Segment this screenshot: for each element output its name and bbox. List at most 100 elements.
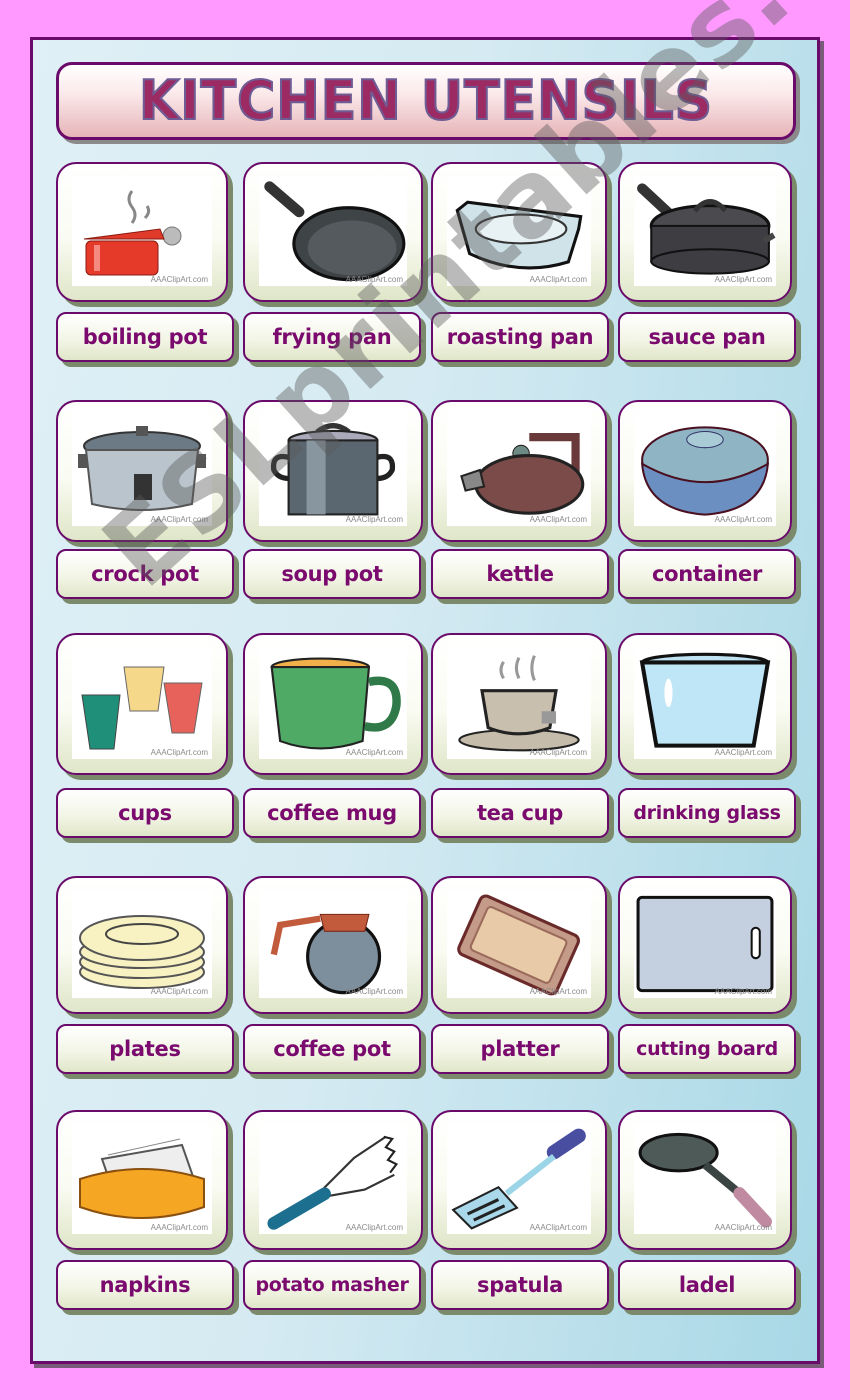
picture-card: AAAClipArt.com: [56, 162, 228, 302]
item-label-text: platter: [480, 1037, 560, 1061]
item-label: coffee pot: [243, 1024, 421, 1074]
cutting-board-icon: AAAClipArt.com: [634, 890, 776, 998]
sauce-pan-icon: AAAClipArt.com: [634, 176, 776, 286]
picture-card: AAAClipArt.com: [56, 876, 228, 1014]
item-label-text: container: [651, 562, 763, 586]
item-label: platter: [431, 1024, 609, 1074]
picture-card: AAAClipArt.com: [431, 162, 607, 302]
clipart-credit: AAAClipArt.com: [529, 987, 587, 996]
clipart-credit: AAAClipArt.com: [714, 515, 772, 524]
potato-masher-icon: AAAClipArt.com: [259, 1124, 407, 1234]
clipart-credit: AAAClipArt.com: [714, 987, 772, 996]
item-label-text: plates: [109, 1037, 181, 1061]
clipart-credit: AAAClipArt.com: [714, 1223, 772, 1232]
picture-card: AAAClipArt.com: [618, 633, 792, 775]
item-label: ladel: [618, 1260, 796, 1310]
clipart-credit: AAAClipArt.com: [714, 748, 772, 757]
item-label: roasting pan: [431, 312, 609, 362]
item-label: container: [618, 549, 796, 599]
item-label: napkins: [56, 1260, 234, 1310]
picture-card: AAAClipArt.com: [431, 400, 607, 542]
item-label: spatula: [431, 1260, 609, 1310]
platter-icon: AAAClipArt.com: [447, 890, 591, 998]
clipart-credit: AAAClipArt.com: [150, 275, 208, 284]
clipart-credit: AAAClipArt.com: [345, 1223, 403, 1232]
item-label-text: tea cup: [476, 801, 564, 825]
item-label-text: cups: [118, 801, 172, 825]
item-label: kettle: [431, 549, 609, 599]
roasting-pan-icon: AAAClipArt.com: [447, 176, 591, 286]
clipart-credit: AAAClipArt.com: [529, 515, 587, 524]
picture-card: AAAClipArt.com: [431, 876, 607, 1014]
picture-card: AAAClipArt.com: [618, 400, 792, 542]
clipart-credit: AAAClipArt.com: [345, 515, 403, 524]
item-label: cups: [56, 788, 234, 838]
clipart-credit: AAAClipArt.com: [150, 748, 208, 757]
picture-card: AAAClipArt.com: [243, 162, 423, 302]
clipart-credit: AAAClipArt.com: [529, 275, 587, 284]
coffee-pot-icon: AAAClipArt.com: [259, 890, 407, 998]
item-label-text: napkins: [99, 1273, 191, 1297]
container-icon: AAAClipArt.com: [634, 414, 776, 526]
item-label-text: drinking glass: [633, 802, 781, 824]
napkins-icon: AAAClipArt.com: [72, 1124, 212, 1234]
crock-pot-icon: AAAClipArt.com: [72, 414, 212, 526]
picture-card: AAAClipArt.com: [56, 1110, 228, 1250]
picture-card: AAAClipArt.com: [243, 1110, 423, 1250]
item-label-text: coffee mug: [267, 801, 397, 825]
item-label: drinking glass: [618, 788, 796, 838]
clipart-credit: AAAClipArt.com: [529, 748, 587, 757]
clipart-credit: AAAClipArt.com: [345, 748, 403, 757]
item-label: soup pot: [243, 549, 421, 599]
item-label-text: crock pot: [91, 562, 199, 586]
clipart-credit: AAAClipArt.com: [345, 275, 403, 284]
item-label-text: boiling pot: [82, 325, 208, 349]
picture-card: AAAClipArt.com: [56, 400, 228, 542]
page-title: KITCHEN UTENSILS: [138, 68, 714, 133]
picture-card: AAAClipArt.com: [431, 1110, 607, 1250]
title-banner: KITCHEN UTENSILS: [56, 62, 796, 140]
boiling-pot-icon: AAAClipArt.com: [72, 176, 212, 286]
picture-card: AAAClipArt.com: [618, 1110, 792, 1250]
clipart-credit: AAAClipArt.com: [150, 987, 208, 996]
clipart-credit: AAAClipArt.com: [529, 1223, 587, 1232]
clipart-credit: AAAClipArt.com: [150, 515, 208, 524]
item-label-text: soup pot: [281, 562, 383, 586]
item-label: sauce pan: [618, 312, 796, 362]
item-label-text: kettle: [486, 562, 554, 586]
item-label: tea cup: [431, 788, 609, 838]
spatula-icon: AAAClipArt.com: [447, 1124, 591, 1234]
picture-card: AAAClipArt.com: [243, 400, 423, 542]
picture-card: AAAClipArt.com: [243, 876, 423, 1014]
picture-card: AAAClipArt.com: [618, 162, 792, 302]
picture-card: AAAClipArt.com: [243, 633, 423, 775]
clipart-credit: AAAClipArt.com: [150, 1223, 208, 1232]
drinking-glass-icon: AAAClipArt.com: [634, 647, 776, 759]
kettle-icon: AAAClipArt.com: [447, 414, 591, 526]
item-label: coffee mug: [243, 788, 421, 838]
item-label: cutting board: [618, 1024, 796, 1074]
ladle-icon: AAAClipArt.com: [634, 1124, 776, 1234]
clipart-credit: AAAClipArt.com: [345, 987, 403, 996]
item-label: crock pot: [56, 549, 234, 599]
picture-card: AAAClipArt.com: [618, 876, 792, 1014]
item-label-text: sauce pan: [648, 325, 766, 349]
item-label-text: cutting board: [636, 1038, 778, 1060]
item-label-text: frying pan: [272, 325, 392, 349]
coffee-mug-icon: AAAClipArt.com: [259, 647, 407, 759]
picture-card: AAAClipArt.com: [56, 633, 228, 775]
item-label-text: coffee pot: [273, 1037, 391, 1061]
picture-card: AAAClipArt.com: [431, 633, 607, 775]
frying-pan-icon: AAAClipArt.com: [259, 176, 407, 286]
plates-icon: AAAClipArt.com: [72, 890, 212, 998]
item-label-text: ladel: [678, 1273, 736, 1297]
item-label: potato masher: [243, 1260, 421, 1310]
cups-icon: AAAClipArt.com: [72, 647, 212, 759]
soup-pot-icon: AAAClipArt.com: [259, 414, 407, 526]
item-label-text: spatula: [477, 1273, 563, 1297]
item-label: frying pan: [243, 312, 421, 362]
item-label-text: roasting pan: [446, 325, 594, 349]
clipart-credit: AAAClipArt.com: [714, 275, 772, 284]
item-label: plates: [56, 1024, 234, 1074]
tea-cup-icon: AAAClipArt.com: [447, 647, 591, 759]
